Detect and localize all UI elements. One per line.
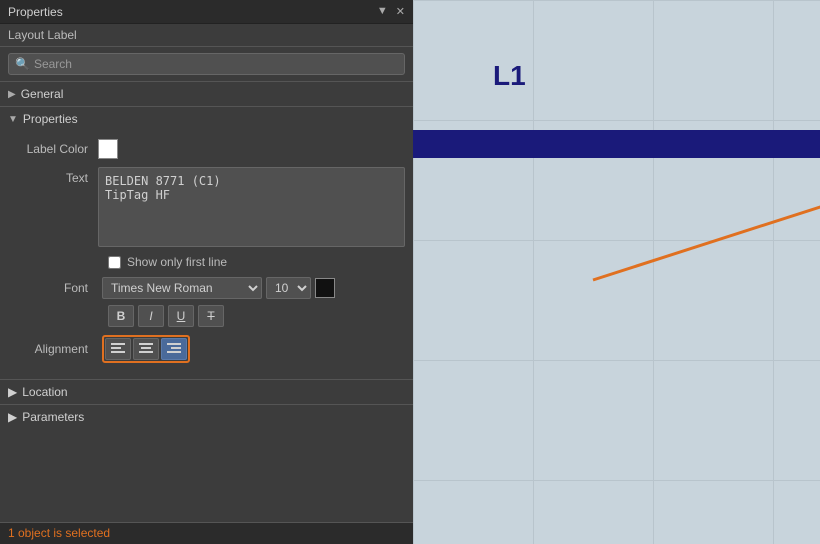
chevron-right-icon-3: ▶ <box>8 410 17 424</box>
parameters-label: Parameters <box>22 410 84 424</box>
show-first-line-row: Show only first line <box>8 255 405 269</box>
text-label: Text <box>8 167 98 185</box>
properties-label: Properties <box>23 112 78 126</box>
align-center-button[interactable] <box>133 338 159 360</box>
panel-titlebar: Properties ▼ ✕ <box>0 0 413 24</box>
font-row: Font Times New Roman 10 12 14 <box>8 277 405 299</box>
blue-stripe <box>413 130 820 158</box>
font-size-select[interactable]: 10 12 14 <box>266 277 311 299</box>
show-first-line-label: Show only first line <box>127 255 227 269</box>
panel-content: ▶ General ▼ Properties Label Color Text … <box>0 81 413 522</box>
label-color-swatch[interactable] <box>98 139 118 159</box>
strikethrough-button[interactable]: T <box>198 305 224 327</box>
pin-icon[interactable]: ▼ <box>377 5 388 18</box>
general-label: General <box>21 87 64 101</box>
status-bar: 1 object is selected <box>0 522 413 544</box>
section-location[interactable]: ▶ Location <box>0 379 413 404</box>
font-select[interactable]: Times New Roman <box>102 277 262 299</box>
italic-button[interactable]: I <box>138 305 164 327</box>
format-row: B I U T <box>8 305 405 327</box>
section-parameters[interactable]: ▶ Parameters <box>0 404 413 429</box>
alignment-row: Alignment <box>8 335 405 363</box>
search-bar: 🔍 <box>0 47 413 81</box>
text-textarea[interactable]: BELDEN 8771 (C1) TipTag HF <box>98 167 405 247</box>
status-text: 1 object is selected <box>8 526 110 540</box>
search-input[interactable] <box>34 57 398 71</box>
text-row: Text BELDEN 8771 (C1) TipTag HF <box>8 167 405 247</box>
panel-title: Properties <box>8 5 63 19</box>
font-color-swatch[interactable] <box>315 278 335 298</box>
alignment-group <box>102 335 190 363</box>
panel-titlebar-left: Properties <box>8 5 63 19</box>
search-input-wrap: 🔍 <box>8 53 405 75</box>
panel-subtitle: Layout Label <box>0 24 413 47</box>
panel-subtitle-text: Layout Label <box>8 28 77 42</box>
canvas-area: L1 BELDEN 8771 (C1) TipTag HF <box>413 0 820 544</box>
align-left-button[interactable] <box>105 338 131 360</box>
search-icon: 🔍 <box>15 57 30 71</box>
section-general[interactable]: ▶ General <box>0 81 413 106</box>
label-color-row: Label Color <box>8 139 405 159</box>
font-label: Font <box>8 281 98 295</box>
wire-label: L1 <box>493 60 526 92</box>
section-properties[interactable]: ▼ Properties <box>0 106 413 131</box>
chevron-right-icon: ▶ <box>8 89 16 100</box>
close-icon[interactable]: ✕ <box>396 5 405 18</box>
properties-panel: Properties ▼ ✕ Layout Label 🔍 ▶ General … <box>0 0 413 544</box>
bold-button[interactable]: B <box>108 305 134 327</box>
location-label: Location <box>22 385 67 399</box>
underline-button[interactable]: U <box>168 305 194 327</box>
properties-content: Label Color Text BELDEN 8771 (C1) TipTag… <box>0 131 413 379</box>
align-right-button[interactable] <box>161 338 187 360</box>
chevron-right-icon-2: ▶ <box>8 385 17 399</box>
arrow-indicator <box>583 180 820 300</box>
chevron-down-icon: ▼ <box>8 114 18 125</box>
label-color-label: Label Color <box>8 142 98 156</box>
alignment-label: Alignment <box>8 342 98 356</box>
show-first-line-checkbox[interactable] <box>108 256 121 269</box>
panel-controls: ▼ ✕ <box>377 5 405 18</box>
